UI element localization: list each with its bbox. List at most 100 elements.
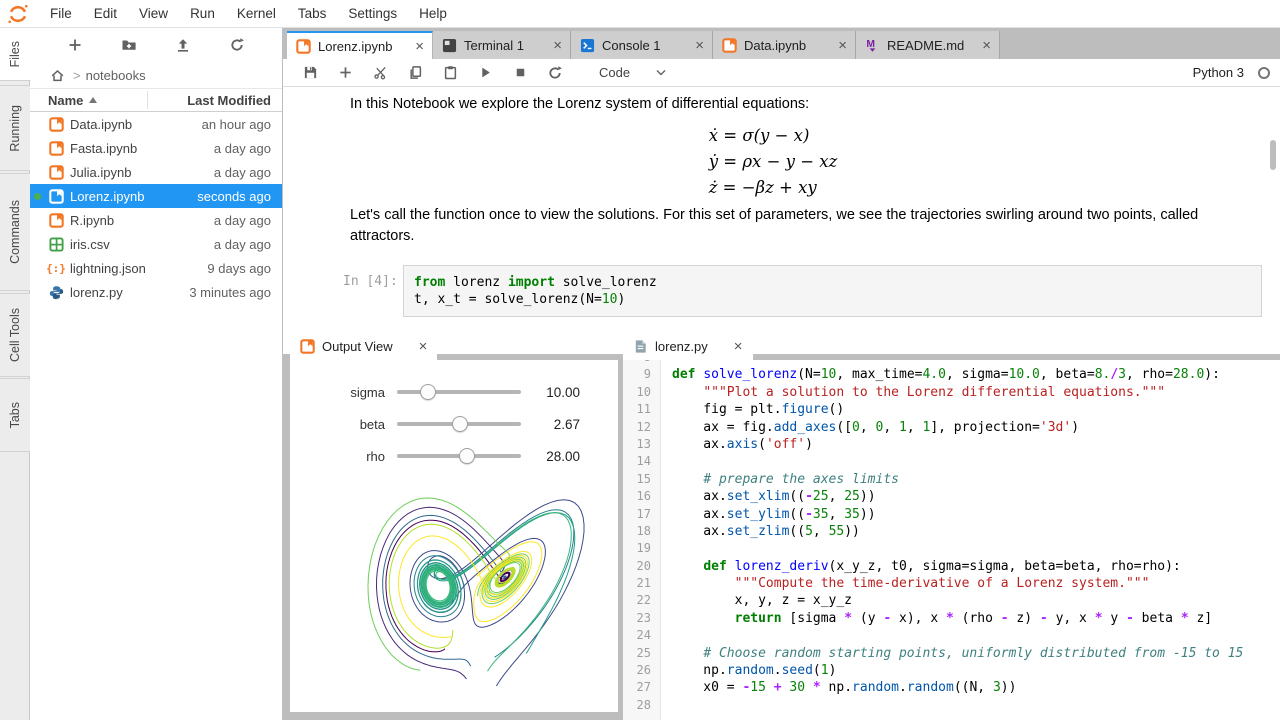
cut-button[interactable]: [367, 62, 393, 84]
math-equations: ẋ = σ(y − x) ẏ = ρx − y − xz ż = −βz …: [283, 123, 1263, 201]
menu-bar: FileEditViewRunKernelTabsSettingsHelp: [0, 0, 1280, 28]
breadcrumb-folder[interactable]: notebooks: [86, 68, 146, 83]
sidebar-tab-files[interactable]: Files: [0, 28, 31, 81]
new-folder-icon[interactable]: [118, 34, 140, 56]
close-icon[interactable]: ×: [401, 39, 424, 54]
code-line-13: 13 ax.axis('off'): [623, 436, 1280, 453]
slider-label: beta: [290, 417, 385, 432]
console-icon: [580, 38, 595, 53]
cell-type-value: Code: [599, 65, 630, 80]
save-button[interactable]: [297, 62, 323, 84]
slider-track-rho[interactable]: [397, 448, 521, 464]
home-icon[interactable]: [46, 64, 68, 86]
slider-row-beta: beta 2.67: [290, 408, 618, 440]
close-icon[interactable]: ×: [734, 338, 743, 355]
menu-kernel[interactable]: Kernel: [226, 0, 287, 27]
close-icon[interactable]: ×: [539, 38, 562, 53]
slider-handle-rho[interactable]: [459, 448, 475, 464]
tab-label: Output View: [322, 339, 393, 354]
sidebar-tab-tabs[interactable]: Tabs: [0, 378, 30, 452]
menu-edit[interactable]: Edit: [83, 0, 128, 27]
sidebar-tab-commands[interactable]: Commands: [0, 173, 30, 291]
code-line-20: 20 def lorenz_deriv(x_y_z, t0, sigma=sig…: [623, 558, 1280, 575]
csv-icon: [48, 236, 64, 252]
file-row-fasta.ipynb[interactable]: Fasta.ipynba day ago: [30, 136, 282, 160]
line-number: 22: [623, 592, 661, 609]
notebook-icon: [48, 212, 64, 228]
slider-handle-beta[interactable]: [452, 416, 468, 432]
code-line-16: 16 ax.set_xlim((-25, 25)): [623, 488, 1280, 505]
file-row-lorenz.py[interactable]: lorenz.py3 minutes ago: [30, 280, 282, 304]
slider-row-sigma: sigma 10.00: [290, 376, 618, 408]
paste-button[interactable]: [437, 62, 463, 84]
tab-lorenz-py[interactable]: lorenz.py ×: [623, 332, 753, 360]
sidebar-tab-label: Tabs: [8, 402, 22, 428]
file-modified: a day ago: [214, 213, 271, 228]
line-number: 15: [623, 471, 661, 488]
sidebar-tab-label: Running: [8, 105, 22, 152]
file-row-data.ipynb[interactable]: Data.ipynban hour ago: [30, 112, 282, 136]
slider-value: 28.00: [546, 449, 580, 464]
close-icon[interactable]: ×: [419, 338, 428, 355]
run-button[interactable]: [472, 62, 498, 84]
add-button[interactable]: [332, 62, 358, 84]
menu-tabs[interactable]: Tabs: [287, 0, 338, 27]
new-launcher-icon[interactable]: [64, 34, 86, 56]
code-line-18: 18 ax.set_zlim((5, 55)): [623, 523, 1280, 540]
tab-readme-md[interactable]: MREADME.md×: [856, 31, 1000, 59]
file-browser: > notebooks Name Last Modified Data.ipyn…: [30, 28, 283, 720]
code-line-21: 21 """Compute the time-derivative of a L…: [623, 575, 1280, 592]
slider-handle-sigma[interactable]: [420, 384, 436, 400]
file-row-julia.ipynb[interactable]: Julia.ipynba day ago: [30, 160, 282, 184]
slider-track-beta[interactable]: [397, 416, 521, 432]
code-line-15: 15 # prepare the axes limits: [623, 471, 1280, 488]
line-number: 27: [623, 679, 661, 696]
tab-console-1[interactable]: Console 1×: [571, 31, 713, 59]
upload-icon[interactable]: [172, 34, 194, 56]
column-name[interactable]: Name: [30, 93, 97, 108]
cell-editor[interactable]: from lorenz import solve_lorenzt, x_t = …: [403, 265, 1262, 317]
code-line-28: 28: [623, 697, 1280, 714]
menu-file[interactable]: File: [39, 0, 83, 27]
slider-row-rho: rho28.00: [290, 440, 618, 472]
slider-label: sigma: [290, 385, 385, 400]
refresh-button[interactable]: [542, 62, 568, 84]
code-line-22: 22 x, y, z = x_y_z: [623, 592, 1280, 609]
cell-type-dropdown[interactable]: Code: [599, 65, 666, 80]
notebook-scrollbar-thumb[interactable]: [1270, 140, 1276, 170]
notebook-document[interactable]: In this Notebook we explore the Lorenz s…: [283, 87, 1280, 354]
menu-help[interactable]: Help: [408, 0, 458, 27]
notebook-icon: [296, 39, 311, 54]
code-line-25: 25 # Choose random starting points, unif…: [623, 645, 1280, 662]
slider-value: 2.67: [554, 417, 580, 432]
sidebar-tab-label: Files: [8, 41, 22, 67]
code-editor[interactable]: 89def solve_lorenz(N=10, max_time=4.0, s…: [623, 360, 1280, 720]
file-row-iris.csv[interactable]: iris.csva day ago: [30, 232, 282, 256]
file-row-r.ipynb[interactable]: R.ipynba day ago: [30, 208, 282, 232]
tab-lorenz-ipynb[interactable]: Lorenz.ipynb×: [287, 31, 433, 59]
file-name: lightning.json: [70, 261, 146, 276]
close-icon[interactable]: ×: [824, 38, 847, 53]
menu-run[interactable]: Run: [179, 0, 226, 27]
output-view-panel: Output View × sigma 10.00 beta 2.67 rho28.00: [290, 332, 618, 712]
file-row-lorenz.ipynb[interactable]: Lorenz.ipynbseconds ago: [30, 184, 282, 208]
breadcrumb: > notebooks: [30, 62, 282, 88]
copy-button[interactable]: [402, 62, 428, 84]
tab-output-view[interactable]: Output View ×: [290, 332, 437, 360]
stop-button[interactable]: [507, 62, 533, 84]
menu-settings[interactable]: Settings: [337, 0, 408, 27]
file-row-lightning.json[interactable]: {:}lightning.json9 days ago: [30, 256, 282, 280]
slider-value: 10.00: [546, 385, 580, 400]
file-name: Julia.ipynb: [70, 165, 131, 180]
kernel-name[interactable]: Python 3: [1193, 65, 1244, 80]
slider-track-sigma[interactable]: [397, 384, 521, 400]
tab-terminal-1[interactable]: Terminal 1×: [433, 31, 571, 59]
menu-view[interactable]: View: [128, 0, 179, 27]
refresh-icon[interactable]: [226, 34, 248, 56]
close-icon[interactable]: ×: [968, 38, 991, 53]
close-icon[interactable]: ×: [681, 38, 704, 53]
sidebar-tab-cell-tools[interactable]: Cell Tools: [0, 293, 30, 377]
tab-data-ipynb[interactable]: Data.ipynb×: [713, 31, 856, 59]
column-last-modified[interactable]: Last Modified: [187, 93, 271, 108]
sidebar-tab-running[interactable]: Running: [0, 85, 30, 171]
